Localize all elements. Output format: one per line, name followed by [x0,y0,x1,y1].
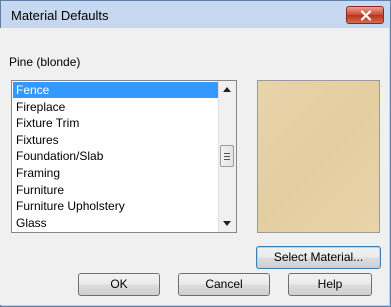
list-item[interactable]: Foundation/Slab [13,148,222,164]
title-bar[interactable]: Material Defaults [1,1,390,29]
list-item[interactable]: Framing [13,165,222,181]
dialog-body: Pine (blonde) Fence Fireplace Fixture Trim… [0,28,389,305]
list-item[interactable]: Furniture [13,182,222,198]
material-category-list[interactable]: Fence Fireplace Fixture Trim Fixtures Founda… [11,80,237,233]
ok-button[interactable]: OK [78,273,160,296]
list-item[interactable]: Fence [13,82,222,98]
list-item[interactable]: Fixture Trim [13,115,222,131]
scroll-down-arrow-icon[interactable] [223,221,231,226]
scroll-up-arrow-icon[interactable] [223,87,231,92]
list-item[interactable]: Glass [13,215,222,231]
list-item[interactable]: Fixtures [13,132,222,148]
close-icon [360,10,372,21]
select-material-button[interactable]: Select Material... [256,246,381,269]
cancel-button[interactable]: Cancel [178,273,270,296]
list-item[interactable]: Fireplace [13,99,222,115]
material-name-label: Pine (blonde) [9,55,81,69]
material-preview-swatch [257,80,380,233]
list-item[interactable]: Furniture Upholstery [13,198,222,214]
scroll-thumb[interactable] [220,145,234,167]
help-button[interactable]: Help [288,273,372,296]
window-title: Material Defaults [11,8,109,23]
list-scrollbar[interactable] [218,81,236,232]
close-button[interactable] [346,6,384,24]
